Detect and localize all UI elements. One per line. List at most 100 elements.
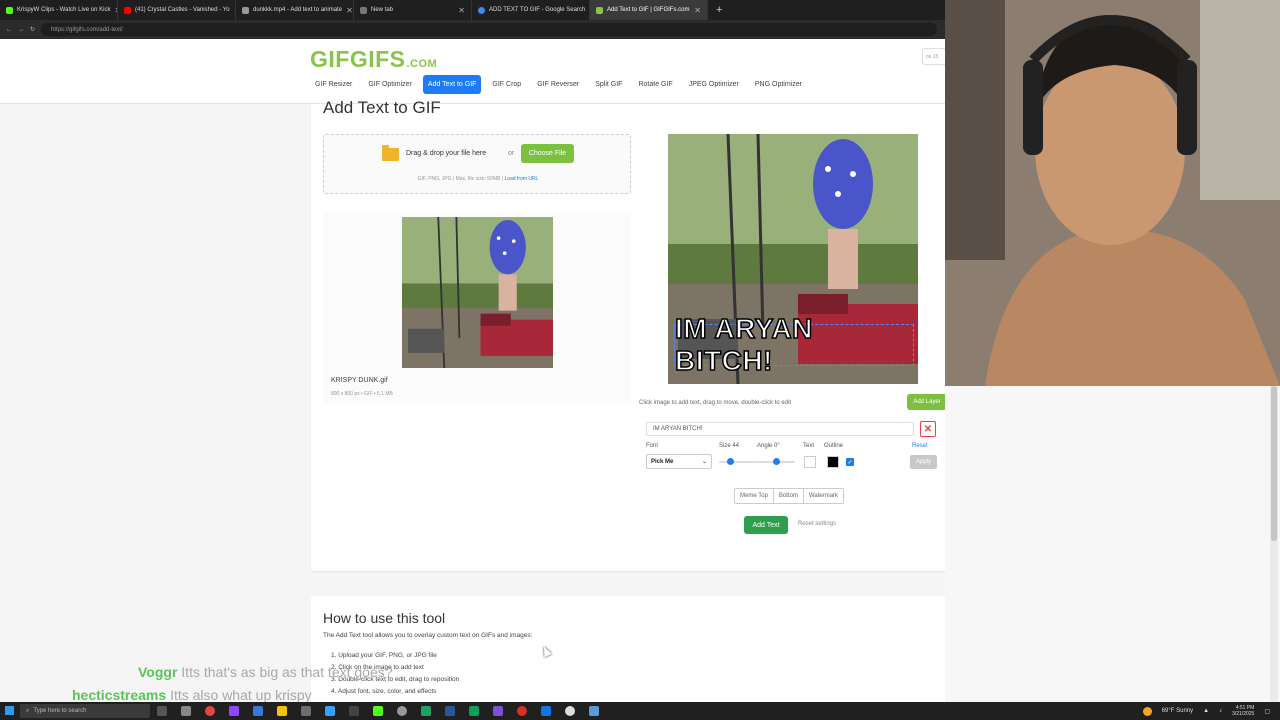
- webcam-overlay: [945, 0, 1280, 386]
- nav-add-text-to-gif[interactable]: Add Text to GIF: [422, 75, 482, 94]
- site-header: GIFGIFS.COM ox 15 GIF Resizer GIF Optimi…: [0, 39, 945, 104]
- scrollbar-thumb[interactable]: [1271, 386, 1277, 541]
- app-icon[interactable]: [421, 706, 431, 716]
- browser-tab[interactable]: ADD TEXT TO GIF - Google Search ✕: [472, 0, 590, 20]
- app-icon[interactable]: [229, 706, 239, 716]
- app-icon[interactable]: [253, 706, 263, 716]
- volume-icon[interactable]: ♪: [1219, 708, 1222, 714]
- close-tab-icon[interactable]: ✕: [346, 6, 353, 15]
- windows-taskbar: ⌕ Type here to search 69°F Sunny ▲ ♪ 4:5…: [0, 702, 1280, 720]
- new-tab-icon[interactable]: +: [708, 4, 730, 16]
- app-icon[interactable]: [493, 706, 503, 716]
- apply-button[interactable]: Apply: [910, 455, 937, 469]
- preset-meme-top[interactable]: Meme Top: [735, 489, 774, 503]
- tab-label: ADD TEXT TO GIF - Google Search: [489, 7, 586, 13]
- size-label: Size 44: [719, 443, 740, 449]
- folder-icon: [382, 145, 399, 161]
- google-favicon-icon: [478, 6, 485, 14]
- browser-tab-strip: KrispyW Clips - Watch Live on Kick ✕ (41…: [0, 0, 945, 20]
- close-tab-icon[interactable]: ✕: [458, 6, 465, 15]
- nav-gif-crop[interactable]: GIF Crop: [487, 75, 526, 94]
- kick-favicon-icon: [6, 6, 13, 14]
- nav-jpeg-optimizer[interactable]: JPEG Optimizer: [684, 75, 744, 94]
- add-text-button[interactable]: Add Text: [744, 516, 788, 534]
- chat-text: Itts that's as big as that text goes?: [181, 664, 393, 680]
- app-icon[interactable]: [181, 706, 191, 716]
- app-icon[interactable]: [469, 706, 479, 716]
- system-tray: 69°F Sunny ▲ ♪ 4:51 PM 3/21/2025 ▢: [1142, 702, 1280, 720]
- layer-text-input[interactable]: IM ARYAN BITCH!: [646, 422, 914, 436]
- close-tab-icon[interactable]: ✕: [694, 6, 701, 15]
- back-icon[interactable]: ←: [6, 27, 12, 33]
- angle-slider-knob[interactable]: [772, 458, 780, 465]
- chrome-icon[interactable]: [205, 706, 215, 716]
- file-meta: 800 x 800 px • GIF • 5.1 MB: [331, 391, 393, 397]
- browser-tab-active[interactable]: Add Text to GIF | GIFGIFs.com ✕: [590, 0, 708, 20]
- drop-meta: GIF, PNG, JPG | Max. file size: 50MB | L…: [417, 176, 539, 182]
- clock[interactable]: 4:51 PM 3/21/2025: [1232, 705, 1254, 717]
- chevron-down-icon: ⌄: [701, 459, 707, 465]
- app-icon[interactable]: [301, 706, 311, 716]
- site-logo[interactable]: GIFGIFS.COM: [310, 46, 437, 73]
- text-color-swatch[interactable]: [804, 456, 816, 468]
- nav-gif-reverser[interactable]: GIF Reverser: [532, 75, 584, 94]
- notification-icon[interactable]: ▢: [1264, 708, 1270, 715]
- web-page: GIFGIFS.COM ox 15 GIF Resizer GIF Optimi…: [0, 39, 945, 702]
- outline-checkbox[interactable]: ✓: [846, 458, 854, 466]
- choose-file-button[interactable]: Choose File: [521, 144, 574, 163]
- app-icon[interactable]: [589, 706, 599, 716]
- howto-title: How to use this tool: [323, 610, 446, 626]
- text-color-label: Text: [803, 443, 815, 449]
- nav-split-gif[interactable]: Split GIF: [590, 75, 627, 94]
- url-field[interactable]: https://gifgifs.com/add-text/: [41, 23, 937, 36]
- size-slider[interactable]: [719, 458, 757, 465]
- browser-tab[interactable]: New tab ✕: [354, 0, 472, 20]
- canvas-hint: Click image to add text, drag to move, d…: [639, 400, 792, 406]
- network-icon[interactable]: ▲: [1203, 708, 1209, 714]
- nav-gif-resizer[interactable]: GIF Resizer: [310, 75, 357, 94]
- preset-bottom[interactable]: Bottom: [773, 489, 804, 503]
- howto-intro: The Add Text tool allows you to overlay …: [323, 632, 533, 639]
- app-icon[interactable]: [373, 706, 383, 716]
- reset-settings-link[interactable]: Reset settings: [798, 521, 836, 527]
- app-icon[interactable]: [565, 706, 575, 716]
- app-icon[interactable]: [445, 706, 455, 716]
- browser-tab[interactable]: (41) Crystal Castles - Vanished - Yo ✕: [118, 0, 236, 20]
- text-preview-canvas[interactable]: IM ARYAN BITCH!: [668, 134, 918, 384]
- page-scrollbar[interactable]: [1270, 386, 1278, 702]
- header-button[interactable]: ox 15: [922, 48, 945, 65]
- task-view-icon[interactable]: [157, 706, 167, 716]
- page-right-area: [945, 386, 1280, 702]
- reload-icon[interactable]: ↻: [30, 26, 35, 33]
- font-select[interactable]: Pick Me ⌄: [646, 454, 712, 469]
- angle-slider[interactable]: [757, 458, 795, 465]
- nav-gif-optimizer[interactable]: GIF Optimizer: [363, 75, 417, 94]
- app-icon[interactable]: [277, 706, 287, 716]
- delete-layer-button[interactable]: ✕: [920, 421, 936, 437]
- text-layer-overlay[interactable]: IM ARYAN BITCH!: [674, 312, 914, 377]
- outline-color-swatch[interactable]: [827, 456, 839, 468]
- page-favicon-icon: [360, 6, 367, 14]
- nav-png-optimizer[interactable]: PNG Optimizer: [750, 75, 807, 94]
- browser-tab[interactable]: KrispyW Clips - Watch Live on Kick ✕: [0, 0, 118, 20]
- forward-icon[interactable]: →: [18, 27, 24, 33]
- app-icon[interactable]: [541, 706, 551, 716]
- streamer-webcam-image: [945, 0, 1280, 386]
- nav-rotate-gif[interactable]: Rotate GIF: [633, 75, 677, 94]
- tool-card: Add Text to GIF Drag & drop your file he…: [311, 98, 945, 571]
- start-icon[interactable]: [5, 706, 14, 715]
- app-icon[interactable]: [397, 706, 407, 716]
- browser-tab[interactable]: dunkkk.mp4 - Add text to animate ✕: [236, 0, 354, 20]
- app-icon[interactable]: [349, 706, 359, 716]
- file-dropzone[interactable]: Drag & drop your file here or Choose Fil…: [323, 134, 631, 194]
- position-presets: Meme Top Bottom Watermark: [734, 488, 845, 504]
- load-from-url-link[interactable]: Load from URL: [504, 176, 538, 182]
- taskbar-search[interactable]: ⌕ Type here to search: [20, 704, 150, 718]
- add-layer-button[interactable]: Add Layer: [907, 394, 945, 410]
- app-icon[interactable]: [517, 706, 527, 716]
- reset-link[interactable]: Reset: [912, 443, 928, 449]
- size-slider-knob[interactable]: [726, 458, 734, 465]
- app-icon[interactable]: [325, 706, 335, 716]
- preset-watermark[interactable]: Watermark: [803, 489, 844, 503]
- weather-icon[interactable]: [1142, 706, 1152, 716]
